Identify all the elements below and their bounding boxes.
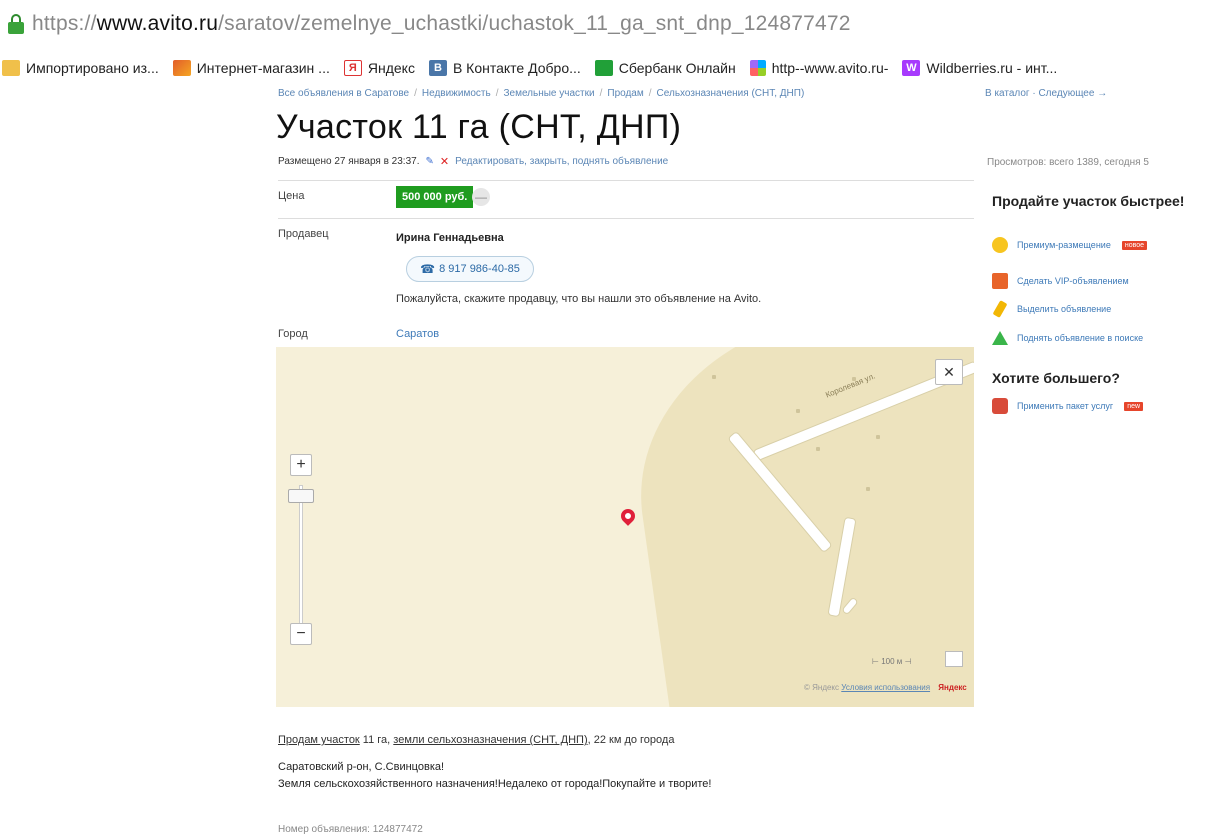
folder-icon (2, 60, 20, 76)
map-zoom-handle[interactable] (288, 489, 314, 503)
wildberries-icon: W (902, 60, 921, 76)
map-zoom-slider[interactable] (299, 485, 303, 635)
bookmark-internet-shop[interactable]: Интернет-магазин ... (172, 60, 330, 76)
map-building (796, 409, 800, 413)
views-counter: Просмотров: всего 1389, сегодня 5 (987, 157, 1149, 168)
map-copyright: © Яндекс Условия использования Яндекс (804, 683, 967, 692)
breadcrumb-item[interactable]: Недвижимость (422, 88, 491, 99)
make-vip-link[interactable]: Сделать VIP-объявлением (992, 273, 1129, 289)
seller-note: Пожалуйста, скажите продавцу, что вы наш… (396, 293, 762, 305)
url-text[interactable]: https://www.avito.ru/saratov/zemelnye_uc… (32, 12, 851, 36)
city-label: Город (278, 328, 308, 340)
map-zoom-out-button[interactable]: − (290, 623, 312, 645)
premium-placement-link[interactable]: Премиум-размещение новое (992, 237, 1148, 253)
bookmarks-bar: Импортировано из... Интернет-магазин ...… (0, 48, 1213, 88)
category-link[interactable]: Продам участок (278, 734, 360, 746)
bookmark-sberbank[interactable]: Сбербанк Онлайн (594, 60, 736, 76)
up-arrow-icon (992, 331, 1008, 345)
ad-number: Номер объявления: 124877472 (278, 824, 423, 835)
yandex-logo[interactable]: Яндекс (938, 683, 966, 692)
highlight-listing-link[interactable]: Выделить объявление (992, 300, 1111, 318)
map-close-button[interactable]: ✕ (935, 359, 963, 385)
vk-icon: B (428, 60, 447, 76)
breadcrumb-item[interactable]: Продам (607, 88, 643, 99)
vip-icon (992, 273, 1008, 289)
close-icon[interactable]: ✕ (440, 155, 449, 168)
phone-icon: ☎ (420, 262, 436, 276)
bookmark-avito[interactable]: http--www.avito.ru- (749, 60, 888, 76)
description-title: Продам участок 11 га, земли сельхозназна… (278, 734, 675, 746)
sell-faster-heading: Продайте участок быстрее! (992, 193, 1185, 209)
seller-name: Ирина Геннадьевна (396, 232, 504, 244)
shop-icon (172, 60, 191, 76)
breadcrumb: Все объявления в Саратове / Недвижимость /… (278, 88, 1108, 99)
ruler-icon[interactable] (945, 651, 963, 667)
divider (278, 180, 974, 181)
currency-toggle-button[interactable]: — (472, 188, 490, 206)
bump-listing-link[interactable]: Поднять объявление в поиске (992, 331, 1143, 345)
price-badge: 500 000 руб. (396, 186, 474, 208)
package-icon (992, 398, 1008, 414)
pencil-icon[interactable]: ✎ (425, 156, 433, 167)
sberbank-icon (594, 60, 613, 76)
breadcrumb-item[interactable]: Все объявления в Саратове (278, 88, 409, 99)
listing-meta: Размещено 27 января в 23:37. ✎ ✕ Редакти… (278, 155, 668, 168)
breadcrumb-item[interactable]: Сельхозназначения (СНТ, ДНП) (657, 88, 805, 99)
edit-listing-link[interactable]: Редактировать, закрыть, поднять объявлен… (455, 156, 668, 167)
breadcrumb-item[interactable]: Земельные участки (503, 88, 594, 99)
star-icon (992, 237, 1008, 253)
map-settlement-area (618, 347, 974, 707)
map-building (816, 447, 820, 451)
bookmark-yandex[interactable]: Я Яндекс (343, 60, 415, 76)
marker-icon (992, 300, 1008, 318)
phone-number: 8 917 986-40-85 (439, 263, 520, 275)
map-building (712, 375, 716, 379)
address-bar[interactable]: https://www.avito.ru/saratov/zemelnye_uc… (0, 0, 1213, 48)
want-more-heading: Хотите большего? (992, 370, 1120, 386)
page-title: Участок 11 га (СНТ, ДНП) (276, 108, 682, 146)
location-pin-icon[interactable] (618, 506, 638, 526)
map-zoom-in-button[interactable]: + (290, 454, 312, 476)
map-terms-link[interactable]: Условия использования (841, 683, 930, 692)
map-scale: ⊢ 100 м ⊣ (872, 657, 912, 666)
divider (278, 218, 974, 219)
map-building (866, 487, 870, 491)
seller-label: Продавец (278, 228, 329, 240)
posted-date: Размещено 27 января в 23:37. (278, 156, 420, 167)
catalog-next-links[interactable]: В каталог · Следующее → (985, 88, 1107, 99)
bookmark-vk[interactable]: BВ Контакте Добро... (428, 60, 581, 76)
map-building (876, 435, 880, 439)
avito-icon (749, 60, 766, 76)
bookmark-wildberries[interactable]: W Wildberries.ru - инт... (902, 60, 1057, 76)
description-text: Земля сельскохозяйственного назначения!Н… (278, 778, 712, 790)
phone-button[interactable]: ☎ 8 917 986-40-85 (406, 256, 534, 282)
service-package-link[interactable]: Применить пакет услуг new (992, 398, 1144, 414)
bookmark-imported[interactable]: Импортировано из... (2, 60, 159, 76)
map[interactable]: Королевая ул. + − ✕ ⊢ 100 м ⊣ © Яндекс У… (276, 347, 974, 707)
price-label: Цена (278, 190, 305, 202)
land-type-link[interactable]: земли сельхозназначения (СНТ, ДНП) (393, 734, 587, 746)
description-location: Саратовский р-он, С.Свинцовка! (278, 761, 445, 773)
city-link[interactable]: Саратов (396, 328, 439, 340)
yandex-icon: Я (343, 60, 362, 76)
map-building (852, 377, 856, 381)
lock-icon (8, 14, 24, 34)
